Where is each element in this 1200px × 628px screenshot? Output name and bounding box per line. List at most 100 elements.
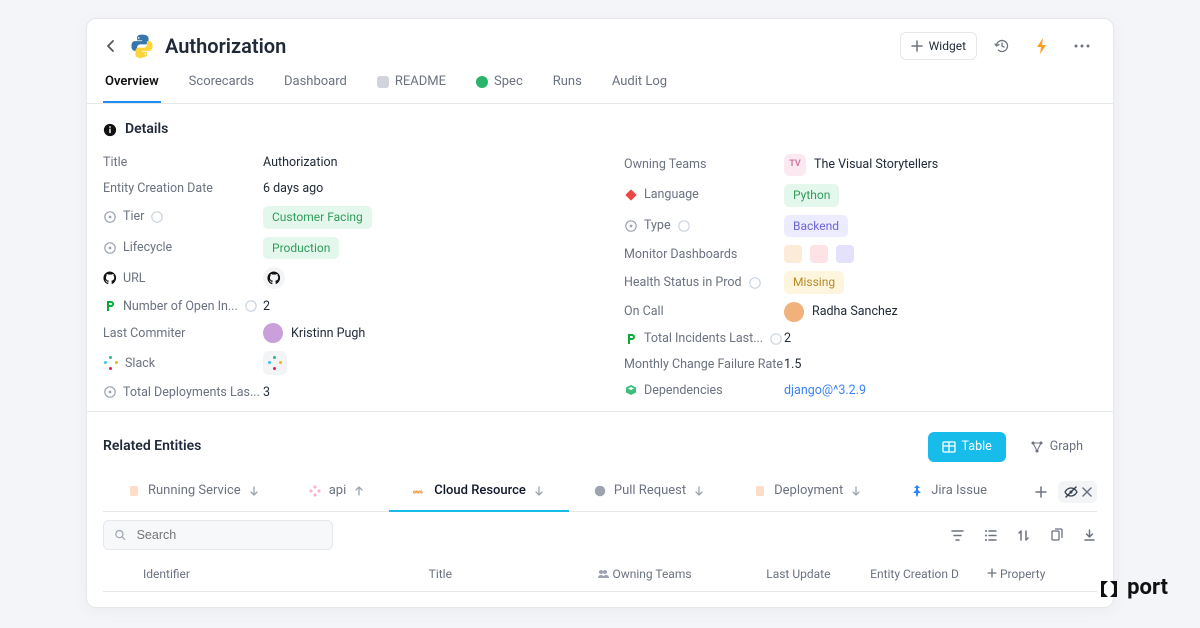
- help-icon: [748, 276, 762, 290]
- tab-dashboard[interactable]: Dashboard: [282, 63, 349, 103]
- history-button[interactable]: [987, 31, 1017, 61]
- plus-icon: [911, 40, 923, 52]
- slack-icon: [267, 355, 283, 371]
- graph-icon: [1030, 440, 1044, 454]
- add-tab-button[interactable]: [1030, 481, 1052, 503]
- deployments-label: Total Deployments Las...: [103, 384, 263, 402]
- filter-icon[interactable]: [950, 528, 965, 543]
- github-icon: [103, 271, 117, 285]
- language-label: Language: [624, 186, 784, 204]
- language-badge: Python: [784, 184, 839, 207]
- open-incidents-label: Number of Open In...: [103, 298, 263, 316]
- plus-icon: [987, 568, 997, 578]
- monitors-label: Monitor Dashboards: [624, 246, 784, 264]
- eye-off-icon: [1063, 484, 1079, 500]
- tab-overview[interactable]: Overview: [103, 63, 161, 103]
- health-badge: Missing: [784, 271, 844, 294]
- table-icon: [942, 440, 956, 454]
- tab-runs[interactable]: Runs: [551, 63, 584, 103]
- tab-spec[interactable]: Spec: [474, 63, 525, 103]
- col-property[interactable]: Property: [987, 566, 1097, 583]
- arrow-up-icon: [353, 485, 365, 497]
- related-heading: Related Entities: [103, 437, 201, 457]
- avatar: [784, 302, 804, 322]
- col-title[interactable]: Title: [429, 566, 598, 583]
- created-label: Entity Creation Date: [103, 180, 263, 198]
- last-committer-label: Last Commiter: [103, 325, 263, 343]
- details-heading: Details: [103, 114, 1097, 150]
- view-table-button[interactable]: Table: [928, 432, 1006, 462]
- actions-button[interactable]: [1027, 31, 1057, 61]
- history-icon: [994, 38, 1010, 54]
- back-button[interactable]: [103, 38, 119, 54]
- arrow-down-icon: [850, 485, 862, 497]
- list-icon[interactable]: [983, 528, 998, 543]
- enttab-cloud-resource[interactable]: aws Cloud Resource: [389, 474, 569, 512]
- arrow-left-icon: [103, 38, 119, 54]
- view-graph-button[interactable]: Graph: [1016, 432, 1097, 462]
- url-label: URL: [103, 270, 263, 288]
- port-logo-icon: [1098, 578, 1120, 600]
- slack-value[interactable]: [263, 351, 287, 375]
- lifecycle-badge: Production: [263, 237, 339, 260]
- tab-scorecards[interactable]: Scorecards: [187, 63, 256, 103]
- github-icon: [593, 484, 607, 498]
- tab-auditlog[interactable]: Audit Log: [610, 63, 669, 103]
- row-title[interactable]: Authorization S3 Bucket: [429, 606, 598, 608]
- bullet-icon: [103, 385, 117, 399]
- enttab-pull-request[interactable]: Pull Request: [569, 474, 729, 510]
- readme-icon: [377, 76, 389, 88]
- type-label: Type: [624, 217, 784, 235]
- search-input[interactable]: [135, 527, 322, 543]
- mcfr-value: 1.5: [784, 356, 1097, 374]
- search-icon: [114, 528, 127, 542]
- title-label: Title: [103, 154, 263, 172]
- incidents-label: Total Incidents Last...: [624, 330, 784, 348]
- prometheus-icon[interactable]: [810, 245, 828, 263]
- page-title: Authorization: [165, 32, 286, 60]
- col-identifier[interactable]: Identifier: [143, 566, 429, 583]
- more-button[interactable]: [1067, 31, 1097, 61]
- url-value[interactable]: [263, 267, 285, 289]
- team-badge-icon: TV: [784, 154, 806, 176]
- add-widget-button[interactable]: Widget: [900, 32, 977, 61]
- sort-icon[interactable]: [1016, 528, 1031, 543]
- jira-icon: [910, 484, 924, 498]
- search-box[interactable]: [103, 520, 333, 550]
- help-icon: [150, 210, 164, 224]
- table-row[interactable]: aws arn:aws:s3:::authorization-bucket Au…: [103, 592, 1097, 608]
- col-update[interactable]: Last Update: [766, 566, 870, 583]
- help-icon: [244, 299, 258, 313]
- tier-label: Tier: [103, 208, 263, 226]
- deps-link[interactable]: django@^3.2.9: [784, 382, 866, 400]
- team-icon: [597, 569, 609, 579]
- bullet-icon: [103, 210, 117, 224]
- hidden-pill[interactable]: [1058, 481, 1097, 503]
- help-icon: [769, 332, 783, 346]
- open-incidents-value: 2: [263, 298, 576, 316]
- row-identifier[interactable]: arn:aws:s3:::authorization-bucket: [143, 606, 429, 608]
- bolt-icon: [1035, 38, 1049, 54]
- help-icon: [677, 219, 691, 233]
- arrow-down-icon: [693, 485, 705, 497]
- datadog-icon[interactable]: [836, 245, 854, 263]
- grafana-icon[interactable]: [784, 245, 802, 263]
- download-icon[interactable]: [1082, 528, 1097, 543]
- python-icon: [129, 33, 155, 59]
- enttab-running-service[interactable]: Running Service: [103, 474, 284, 510]
- type-badge: Backend: [784, 215, 848, 238]
- team-value: The Visual Storytellers: [814, 156, 938, 174]
- deployment-icon: [753, 484, 767, 498]
- title-value: Authorization: [263, 154, 576, 172]
- enttab-deployment[interactable]: Deployment: [729, 474, 886, 510]
- dots-icon: [1074, 44, 1090, 48]
- tab-readme[interactable]: README: [375, 63, 448, 103]
- tier-badge: Customer Facing: [263, 206, 372, 229]
- plus-icon: [1035, 486, 1047, 498]
- copy-icon[interactable]: [1049, 528, 1064, 543]
- enttab-jira[interactable]: Jira Issue: [886, 474, 1011, 510]
- col-created[interactable]: Entity Creation D: [870, 566, 987, 583]
- info-icon: [103, 123, 117, 137]
- col-teams[interactable]: Owning Teams: [597, 566, 766, 583]
- enttab-api[interactable]: api: [284, 474, 390, 510]
